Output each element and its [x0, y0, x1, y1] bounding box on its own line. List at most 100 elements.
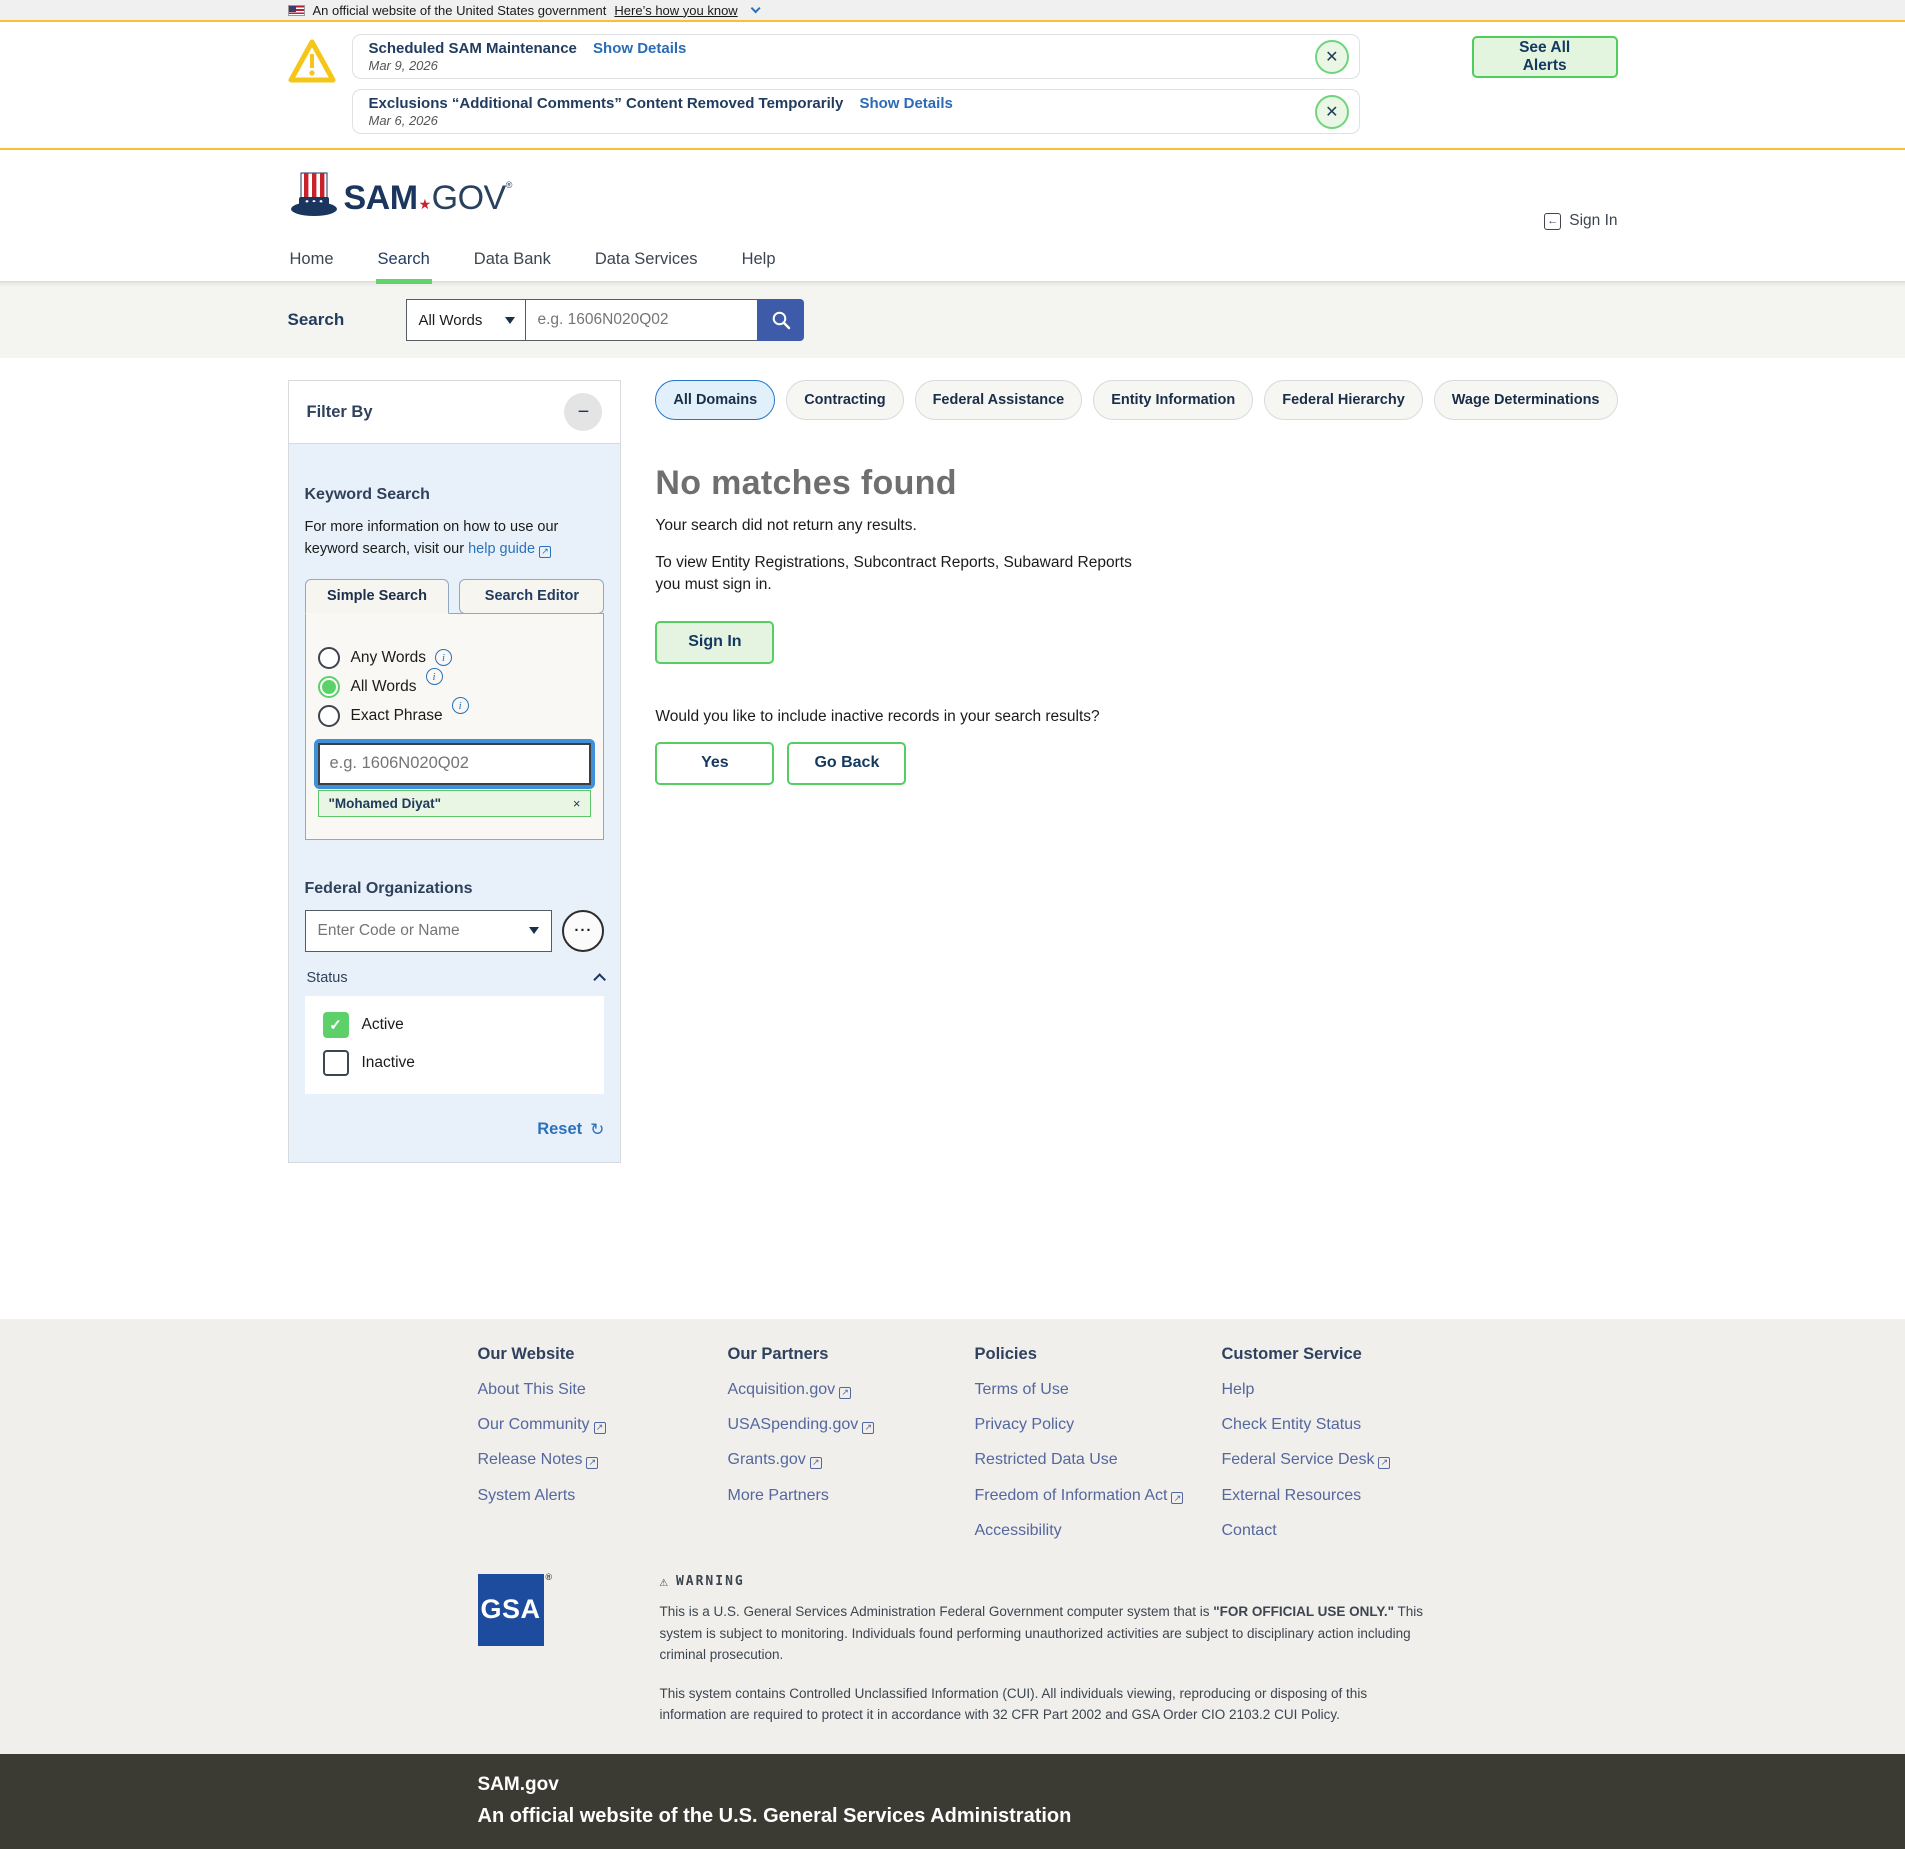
- domain-tab-federal-assistance[interactable]: Federal Assistance: [915, 380, 1083, 420]
- info-icon[interactable]: i: [426, 668, 443, 685]
- keyword-search-input[interactable]: [318, 743, 592, 785]
- footer-column-policies: Policies Terms of Use Privacy Policy Res…: [975, 1345, 1222, 1540]
- nav-item-search[interactable]: Search: [376, 240, 432, 281]
- sign-in-required-message: To view Entity Registrations, Subcontrac…: [655, 552, 1150, 597]
- global-search-input[interactable]: [526, 299, 758, 341]
- checkbox-label: Active: [362, 1016, 404, 1034]
- info-icon[interactable]: i: [435, 649, 452, 666]
- alert-date: Mar 9, 2026: [369, 58, 1315, 73]
- status-heading: Status: [307, 970, 348, 986]
- footer-link-our-community[interactable]: Our Community↗: [478, 1415, 728, 1434]
- footer-link-more-partners[interactable]: More Partners: [728, 1486, 975, 1505]
- footer-link-check-entity-status[interactable]: Check Entity Status: [1222, 1415, 1469, 1434]
- footer-link-accessibility[interactable]: Accessibility: [975, 1521, 1222, 1540]
- sam-gov-logo[interactable]: SAM★GOV®: [288, 171, 512, 219]
- radio-all-words[interactable]: [318, 676, 340, 698]
- refresh-icon: ↻: [590, 1120, 604, 1140]
- remove-tag-icon[interactable]: ×: [573, 796, 581, 811]
- footer-link-grants-gov[interactable]: Grants.gov↗: [728, 1450, 975, 1469]
- reset-label: Reset: [537, 1120, 582, 1139]
- domain-tab-wage-determinations[interactable]: Wage Determinations: [1434, 380, 1618, 420]
- identity-footer: SAM.gov An official website of the U.S. …: [0, 1754, 1905, 1849]
- footer-link-contact[interactable]: Contact: [1222, 1521, 1469, 1540]
- footer-link-terms-of-use[interactable]: Terms of Use: [975, 1380, 1222, 1399]
- search-submit-button[interactable]: [758, 299, 804, 341]
- sign-in-icon: ←: [1544, 213, 1561, 230]
- show-details-link[interactable]: Show Details: [859, 95, 952, 112]
- status-options-box: ✓ Active Inactive: [305, 996, 605, 1094]
- footer-link-federal-service-desk[interactable]: Federal Service Desk↗: [1222, 1450, 1469, 1469]
- search-icon: [771, 310, 791, 330]
- checkbox-active[interactable]: ✓: [323, 1012, 349, 1038]
- site-header: SAM★GOV® ← Sign In: [0, 150, 1905, 240]
- footer-site-tagline: An official website of the U.S. General …: [478, 1805, 1618, 1828]
- nav-item-data-services[interactable]: Data Services: [593, 240, 700, 281]
- chevron-down-icon: [750, 3, 760, 13]
- info-icon[interactable]: i: [452, 697, 469, 714]
- external-link-icon: ↗: [539, 546, 551, 558]
- nav-item-home[interactable]: Home: [288, 240, 336, 281]
- radio-label: All Words: [351, 678, 417, 696]
- header-sign-in[interactable]: ← Sign In: [1544, 212, 1617, 230]
- footer-link-release-notes[interactable]: Release Notes↗: [478, 1450, 728, 1469]
- reset-filters[interactable]: Reset ↻: [305, 1120, 605, 1140]
- go-back-button[interactable]: Go Back: [787, 742, 906, 785]
- status-section-toggle[interactable]: Status: [305, 970, 605, 986]
- chevron-up-icon: [594, 974, 607, 987]
- footer-link-external-resources[interactable]: External Resources: [1222, 1486, 1469, 1505]
- footer-link-foia[interactable]: Freedom of Information Act↗: [975, 1486, 1222, 1505]
- help-guide-link[interactable]: help guide↗: [468, 541, 551, 557]
- domain-tab-federal-hierarchy[interactable]: Federal Hierarchy: [1264, 380, 1423, 420]
- logo-text-gov: GOV: [432, 179, 506, 217]
- external-link-icon: ↗: [1378, 1457, 1390, 1469]
- footer-link-system-alerts[interactable]: System Alerts: [478, 1486, 728, 1505]
- radio-exact-phrase[interactable]: [318, 705, 340, 727]
- tab-search-editor[interactable]: Search Editor: [459, 579, 604, 614]
- chevron-down-icon: [529, 927, 539, 934]
- warning-title: WARNING: [676, 1574, 745, 1589]
- yes-button[interactable]: Yes: [655, 742, 774, 785]
- show-details-link[interactable]: Show Details: [593, 40, 686, 57]
- warning-icon: ⚠: [660, 1574, 668, 1590]
- results-area: All Domains Contracting Federal Assistan…: [655, 380, 1617, 785]
- external-link-icon: ↗: [1171, 1492, 1183, 1504]
- federal-org-placeholder: Enter Code or Name: [318, 922, 460, 940]
- federal-organizations-heading: Federal Organizations: [305, 880, 605, 898]
- warning-block: ⚠ WARNING This is a U.S. General Service…: [660, 1574, 1435, 1726]
- domain-tab-contracting[interactable]: Contracting: [786, 380, 903, 420]
- footer-link-usaspending-gov[interactable]: USASpending.gov↗: [728, 1415, 975, 1434]
- footer-heading: Customer Service: [1222, 1345, 1469, 1364]
- alert-date: Mar 6, 2026: [369, 113, 1315, 128]
- see-all-alerts-button[interactable]: See All Alerts: [1472, 36, 1618, 78]
- check-icon: ✓: [329, 1016, 342, 1034]
- footer-heading: Our Website: [478, 1345, 728, 1364]
- footer-link-privacy-policy[interactable]: Privacy Policy: [975, 1415, 1222, 1434]
- search-mode-select[interactable]: All Words: [406, 299, 526, 341]
- nav-item-help[interactable]: Help: [740, 240, 778, 281]
- logo-star-icon: ★: [419, 196, 431, 212]
- keyword-tag: "Mohamed Diyat" ×: [318, 790, 592, 817]
- federal-org-more-button[interactable]: ···: [562, 910, 604, 952]
- domain-tab-entity-information[interactable]: Entity Information: [1093, 380, 1253, 420]
- collapse-filters-button[interactable]: −: [564, 393, 602, 431]
- domain-tab-all-domains[interactable]: All Domains: [655, 380, 775, 420]
- search-mode-value: All Words: [419, 312, 483, 329]
- footer-link-acquisition-gov[interactable]: Acquisition.gov↗: [728, 1380, 975, 1399]
- radio-label: Any Words: [351, 649, 427, 667]
- radio-any-words[interactable]: [318, 647, 340, 669]
- us-flag-icon: [288, 5, 305, 16]
- footer-link-help[interactable]: Help: [1222, 1380, 1469, 1399]
- tab-simple-search[interactable]: Simple Search: [305, 579, 450, 614]
- gov-banner: An official website of the United States…: [0, 0, 1905, 20]
- how-you-know-link[interactable]: Here’s how you know: [614, 3, 737, 18]
- sign-in-button[interactable]: Sign In: [655, 621, 774, 664]
- close-alert-button[interactable]: ✕: [1315, 95, 1349, 129]
- close-alert-button[interactable]: ✕: [1315, 40, 1349, 74]
- footer-link-about-this-site[interactable]: About This Site: [478, 1380, 728, 1399]
- gsa-logo: GSA ®: [478, 1574, 544, 1646]
- checkbox-inactive[interactable]: [323, 1050, 349, 1076]
- alert-card: Exclusions “Additional Comments” Content…: [352, 89, 1360, 134]
- federal-org-combobox[interactable]: Enter Code or Name: [305, 910, 553, 952]
- nav-item-data-bank[interactable]: Data Bank: [472, 240, 553, 281]
- footer-link-restricted-data-use[interactable]: Restricted Data Use: [975, 1450, 1222, 1469]
